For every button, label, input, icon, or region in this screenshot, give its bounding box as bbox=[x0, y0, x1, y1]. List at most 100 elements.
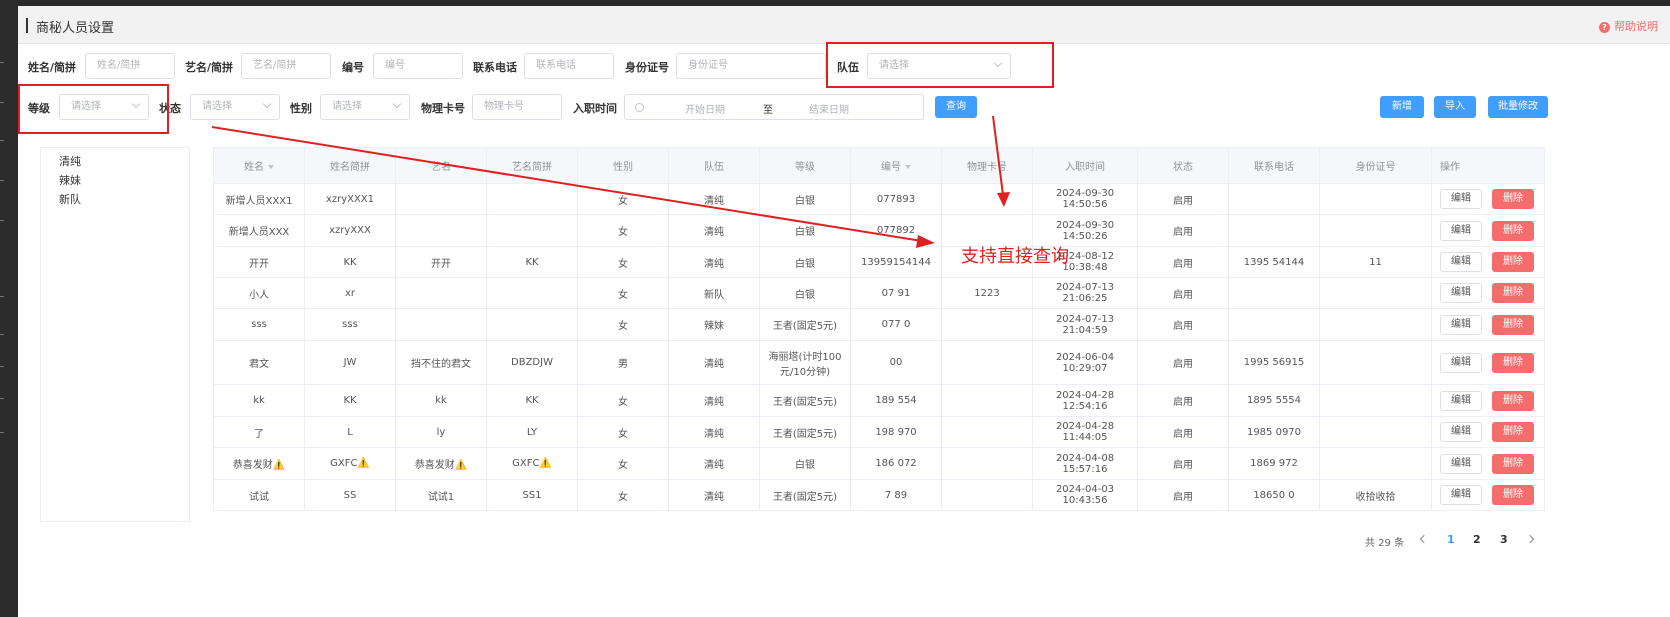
table-cell: KK bbox=[486, 246, 578, 278]
column-header: 状态 bbox=[1137, 147, 1229, 184]
table-cell: L bbox=[304, 416, 396, 448]
id-card-filter-input[interactable]: 身份证号 bbox=[676, 53, 826, 79]
table-cell: GXFC⚠️ bbox=[304, 447, 396, 480]
edit-button[interactable]: 编辑 bbox=[1440, 283, 1482, 303]
delete-button[interactable]: 删除 bbox=[1492, 422, 1534, 442]
table-cell: 186 072 bbox=[850, 447, 942, 480]
table-cell: 辣妹 bbox=[668, 308, 760, 341]
gender-filter-select[interactable]: 请选择 bbox=[320, 94, 410, 120]
table-cell bbox=[486, 214, 578, 247]
table-cell: 君文 bbox=[213, 340, 305, 385]
table-cell: xr bbox=[304, 277, 396, 309]
table-cell: ly bbox=[395, 416, 487, 448]
column-header: 联系电话 bbox=[1228, 147, 1320, 184]
edit-button[interactable]: 编辑 bbox=[1440, 422, 1482, 442]
join-date-range-picker[interactable]: 开始日期 至 结束日期 bbox=[624, 94, 924, 120]
table-cell bbox=[1319, 447, 1432, 480]
table-cell: xzryXXX1 bbox=[304, 183, 396, 215]
chevron-down-icon bbox=[262, 99, 272, 109]
import-button[interactable]: 导入 bbox=[1434, 96, 1476, 118]
page-title: 商秘人员设置 bbox=[36, 21, 115, 36]
table-cell bbox=[486, 308, 578, 341]
table-row: 新增人员XXX xzryXXX 女清纯 白银 077892 2024-09-30 14:5… bbox=[213, 214, 1545, 247]
page-2[interactable]: 2 bbox=[1473, 533, 1481, 546]
table-cell: sss bbox=[304, 308, 396, 341]
table-cell: 清纯 bbox=[668, 416, 760, 448]
edit-button[interactable]: 编辑 bbox=[1440, 453, 1482, 474]
batch-edit-button[interactable]: 批量修改 bbox=[1488, 96, 1548, 118]
table-cell: 王者(固定5元) bbox=[759, 384, 851, 417]
table-cell: 白银 bbox=[759, 183, 851, 215]
add-button[interactable]: 新增 bbox=[1380, 96, 1424, 118]
table-cell: 2024-04-28 12:54:16 bbox=[1032, 384, 1138, 417]
table-cell: 王者(固定5元) bbox=[759, 308, 851, 341]
clock-icon bbox=[635, 103, 644, 112]
edit-button[interactable]: 编辑 bbox=[1440, 352, 1482, 373]
table-cell: 新队 bbox=[668, 277, 760, 309]
table-cell: 女 bbox=[577, 384, 669, 417]
edit-button[interactable]: 编辑 bbox=[1440, 220, 1482, 241]
table-cell bbox=[1319, 214, 1432, 247]
delete-button[interactable]: 删除 bbox=[1492, 314, 1534, 335]
page-1[interactable]: 1 bbox=[1447, 533, 1455, 546]
table-cell: 女 bbox=[577, 416, 669, 448]
table-cell: kk bbox=[395, 384, 487, 417]
help-link[interactable]: ? 帮助说明 bbox=[1599, 18, 1658, 34]
table-cell: GXFC⚠️ bbox=[486, 447, 578, 480]
tree-item-team-2[interactable]: 新队 bbox=[59, 191, 81, 207]
tree-item-team-1[interactable]: 辣妹 bbox=[59, 172, 81, 188]
table-cell: DBZDJW bbox=[486, 340, 578, 385]
table-cell: 女 bbox=[577, 277, 669, 309]
column-header[interactable]: 姓名 bbox=[213, 147, 305, 184]
sort-icon[interactable] bbox=[268, 165, 274, 169]
phone-filter-input[interactable]: 联系电话 bbox=[524, 53, 614, 79]
table-cell: 清纯 bbox=[668, 246, 760, 278]
code-filter-input[interactable]: 编号 bbox=[373, 53, 463, 79]
delete-button[interactable]: 删除 bbox=[1492, 252, 1534, 272]
delete-button[interactable]: 删除 bbox=[1492, 189, 1534, 209]
staff-table: 姓名 姓名简拼 艺名 艺名简拼 性别 队伍 等级 编号 物理卡号 入职时间 状态… bbox=[213, 147, 1545, 511]
table-cell: 1869 972 bbox=[1228, 447, 1320, 480]
row-actions: 编辑 删除 bbox=[1431, 384, 1545, 417]
delete-button[interactable]: 删除 bbox=[1492, 283, 1534, 303]
art-name-filter-input[interactable]: 艺名/简拼 bbox=[241, 53, 331, 79]
table-cell: 07 91 bbox=[850, 277, 942, 309]
table-cell: 启用 bbox=[1137, 416, 1229, 448]
delete-button[interactable]: 删除 bbox=[1492, 352, 1534, 373]
table-cell: kk bbox=[213, 384, 305, 417]
code-filter-label: 编号 bbox=[342, 61, 364, 74]
name-filter-input[interactable]: 姓名/简拼 bbox=[85, 53, 175, 79]
table-row: 恭喜发财⚠️ GXFC⚠️ 恭喜发财⚠️ GXFC⚠️ 女清纯 白银 186 072 2024… bbox=[213, 447, 1545, 480]
status-filter-select[interactable]: 请选择 bbox=[190, 94, 280, 120]
column-header[interactable]: 编号 bbox=[850, 147, 942, 184]
edit-button[interactable]: 编辑 bbox=[1440, 252, 1482, 272]
tree-item-team-0[interactable]: 清纯 bbox=[59, 153, 81, 169]
edit-button[interactable]: 编辑 bbox=[1440, 314, 1482, 335]
table-cell: 白银 bbox=[759, 277, 851, 309]
table-cell: 启用 bbox=[1137, 479, 1229, 511]
table-cell: xzryXXX bbox=[304, 214, 396, 247]
gender-filter-label: 性别 bbox=[290, 102, 312, 115]
table-cell: 女 bbox=[577, 479, 669, 511]
row-actions: 编辑 删除 bbox=[1431, 447, 1545, 480]
table-cell: 清纯 bbox=[668, 447, 760, 480]
table-cell: 1995 56915 bbox=[1228, 340, 1320, 385]
prev-page-icon[interactable] bbox=[1419, 534, 1429, 544]
delete-button[interactable]: 删除 bbox=[1492, 453, 1534, 474]
row-actions: 编辑 删除 bbox=[1431, 183, 1545, 215]
query-button[interactable]: 查询 bbox=[935, 96, 977, 118]
card-filter-input[interactable]: 物理卡号 bbox=[472, 94, 562, 120]
sort-icon[interactable] bbox=[905, 165, 911, 169]
edit-button[interactable]: 编辑 bbox=[1440, 485, 1482, 505]
next-page-icon[interactable] bbox=[1525, 534, 1535, 544]
table-cell: 2024-04-28 11:44:05 bbox=[1032, 416, 1138, 448]
delete-button[interactable]: 删除 bbox=[1492, 390, 1534, 411]
delete-button[interactable]: 删除 bbox=[1492, 220, 1534, 241]
page-3[interactable]: 3 bbox=[1500, 533, 1508, 546]
name-filter-label: 姓名/简拼 bbox=[28, 61, 77, 74]
edit-button[interactable]: 编辑 bbox=[1440, 189, 1482, 209]
column-header: 性别 bbox=[577, 147, 669, 184]
edit-button[interactable]: 编辑 bbox=[1440, 390, 1482, 411]
delete-button[interactable]: 删除 bbox=[1492, 485, 1534, 505]
annotation-text: 支持直接查询 bbox=[961, 246, 1069, 267]
